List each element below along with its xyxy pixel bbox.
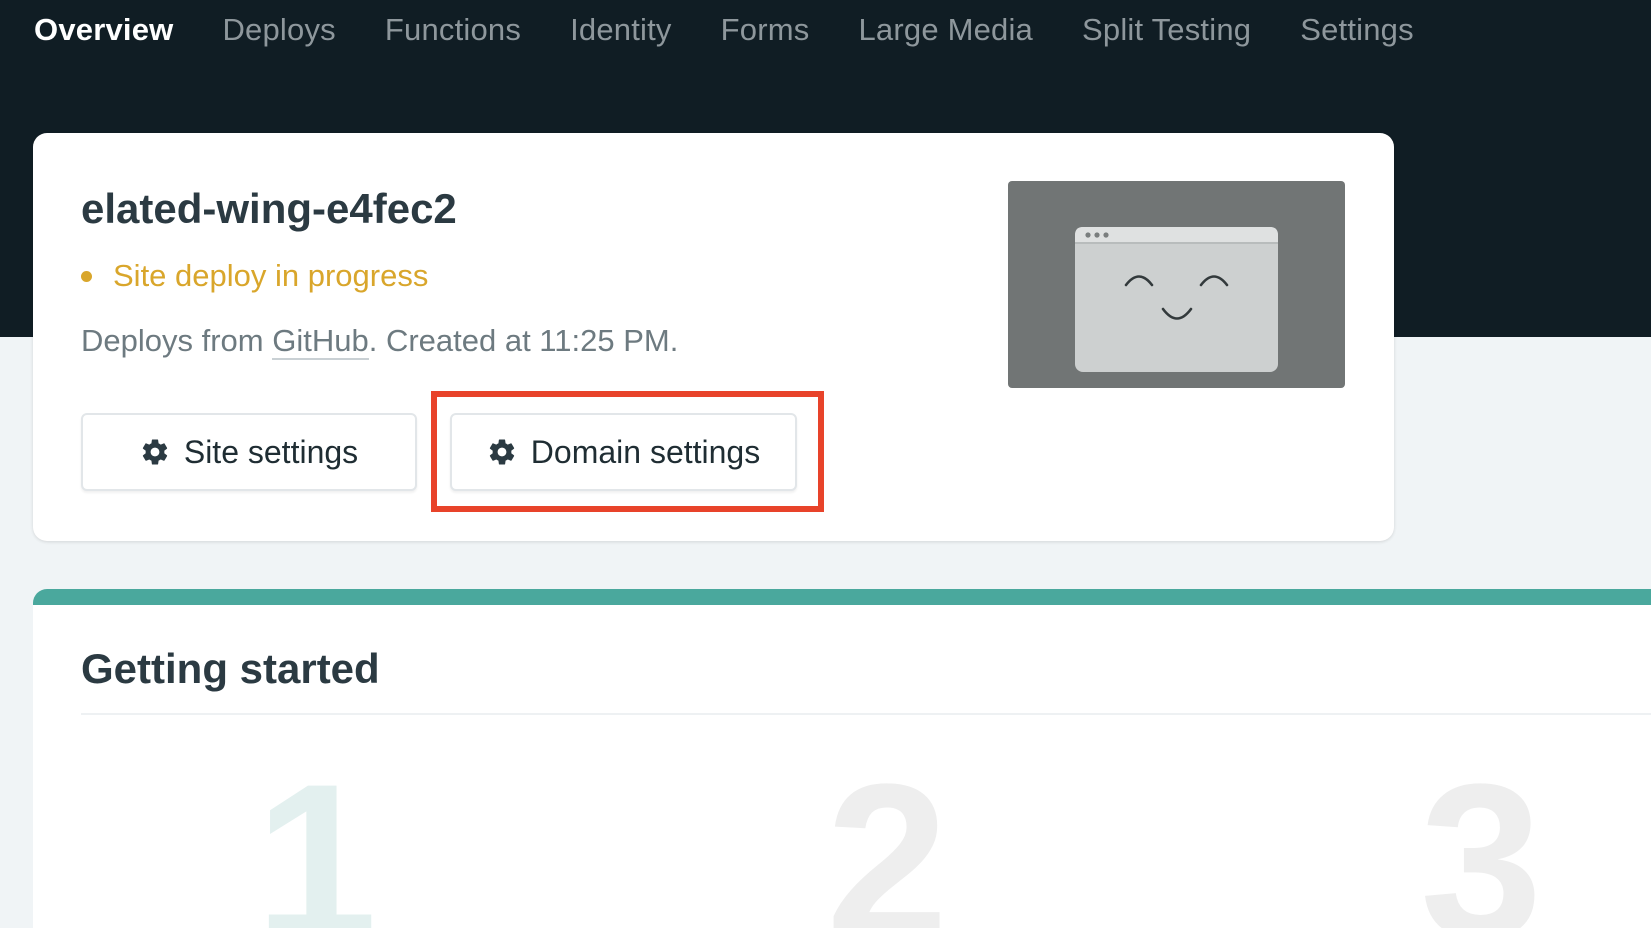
site-nav-tabs: Overview Deploys Functions Identity Form… [34, 10, 1463, 50]
tab-deploys[interactable]: Deploys [222, 12, 335, 48]
browser-window-smiley-icon [1075, 227, 1278, 372]
deploy-status-text: Site deploy in progress [113, 258, 429, 293]
getting-started-title: Getting started [81, 645, 380, 692]
tab-split-testing[interactable]: Split Testing [1082, 12, 1251, 48]
getting-started-panel: Getting started 1 2 3 [33, 589, 1651, 928]
panel-accent-bar [33, 589, 1651, 605]
tab-large-media[interactable]: Large Media [858, 12, 1033, 48]
status-dot-icon [81, 270, 92, 282]
tab-overview[interactable]: Overview [34, 12, 173, 48]
site-settings-label: Site settings [183, 433, 359, 470]
site-name: elated-wing-e4fec2 [81, 185, 457, 232]
tab-functions[interactable]: Functions [385, 12, 521, 48]
github-link[interactable]: GitHub [272, 323, 369, 360]
annotation-highlight-box [431, 391, 824, 512]
section-divider [81, 713, 1651, 715]
step-number-1: 1 [255, 738, 378, 928]
tab-identity[interactable]: Identity [570, 12, 672, 48]
meta-suffix: . Created at 11:25 PM. [368, 323, 679, 358]
meta-prefix: Deploys from [81, 323, 273, 358]
site-meta: Deploys from GitHub. Created at 11:25 PM… [81, 323, 679, 360]
step-number-2: 2 [826, 738, 949, 928]
step-number-3: 3 [1420, 738, 1543, 928]
site-settings-button[interactable]: Site settings [81, 413, 417, 491]
tab-settings[interactable]: Settings [1300, 12, 1414, 48]
gear-icon [140, 437, 170, 467]
site-preview-thumbnail[interactable] [1008, 181, 1345, 388]
deploy-status: Site deploy in progress [81, 258, 428, 294]
tab-forms[interactable]: Forms [721, 12, 810, 48]
